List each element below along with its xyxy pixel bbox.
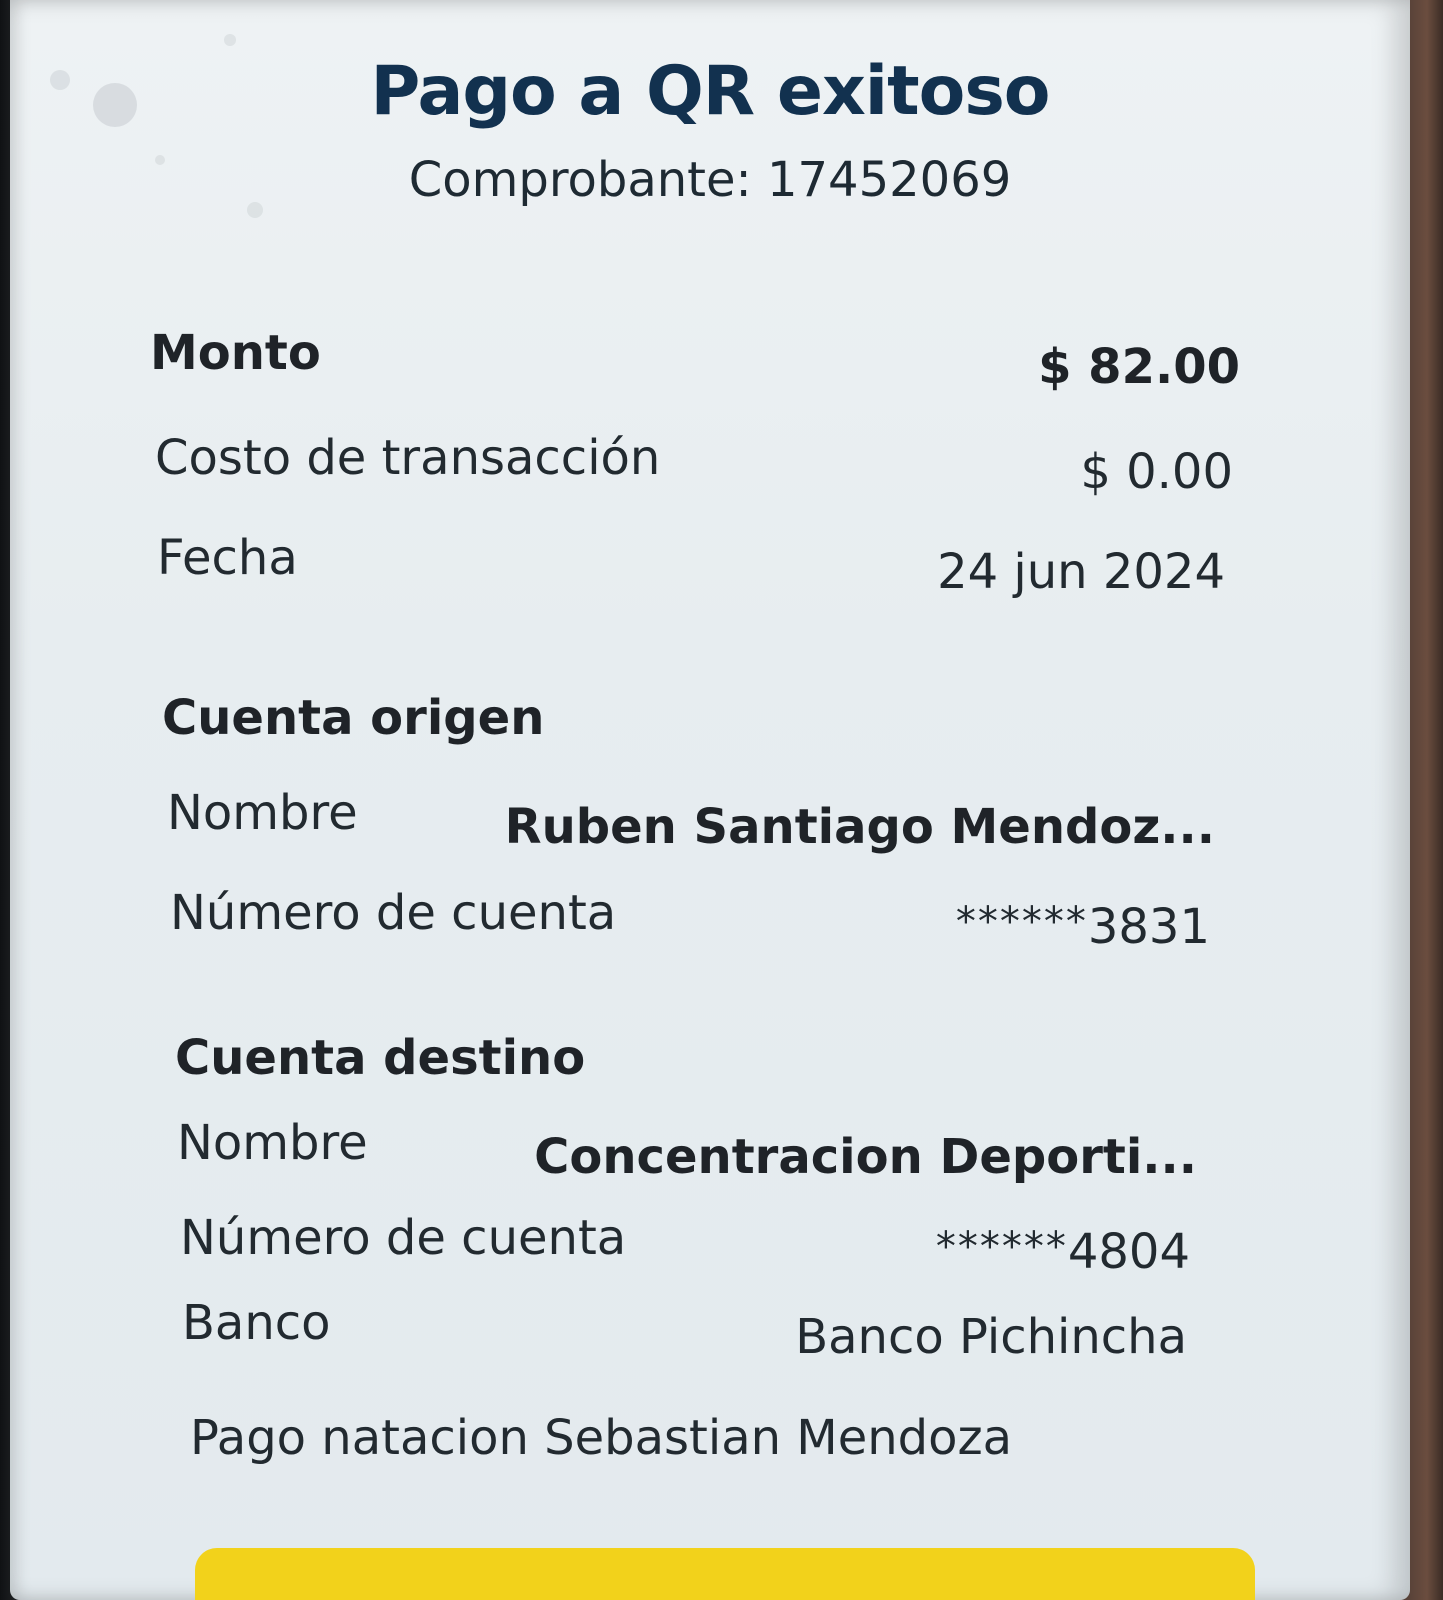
origin-name-label: Nombre — [167, 785, 358, 841]
fee-value: $ 0.00 — [1080, 444, 1233, 500]
origin-account-label: Número de cuenta — [170, 885, 617, 941]
payment-memo: Pago natacion Sebastian Mendoza — [190, 1410, 1013, 1466]
date-label: Fecha — [157, 530, 298, 586]
destination-bank-value: Banco Pichincha — [795, 1309, 1187, 1365]
origin-account-value: ******3831 — [956, 899, 1210, 955]
destination-account-row: Número de cuenta ******4804 — [180, 1210, 1190, 1280]
destination-bank-row: Banco Banco Pichincha — [182, 1295, 1187, 1365]
origin-account-mask: ****** — [955, 899, 1088, 945]
origin-account-last4: 3831 — [1087, 899, 1210, 955]
origin-name-value: Ruben Santiago Mendoz... — [504, 799, 1215, 855]
destination-account-mask: ****** — [935, 1224, 1068, 1270]
destination-bank-label: Banco — [182, 1295, 331, 1351]
amount-label: Monto — [150, 325, 321, 381]
destination-name-row: Nombre Concentracion Deporti... — [177, 1115, 1197, 1185]
origin-name-row: Nombre Ruben Santiago Mendoz... — [167, 785, 1215, 855]
destination-account-label: Número de cuenta — [180, 1210, 627, 1266]
phone-screen: Pago a QR exitoso Comprobante: 17452069 … — [10, 0, 1410, 1600]
destination-account-last4: 4804 — [1067, 1224, 1190, 1280]
destination-account-value: ******4804 — [936, 1224, 1190, 1280]
destination-name-value: Concentracion Deporti... — [534, 1129, 1197, 1185]
amount-row: Monto $ 82.00 — [150, 325, 1240, 395]
fee-label: Costo de transacción — [155, 430, 661, 486]
destination-name-label: Nombre — [177, 1115, 368, 1171]
fee-row: Costo de transacción $ 0.00 — [155, 430, 1233, 500]
primary-action-button[interactable] — [195, 1548, 1255, 1600]
date-value: 24 jun 2024 — [937, 544, 1225, 600]
origin-section-title: Cuenta origen — [162, 690, 545, 746]
origin-account-row: Número de cuenta ******3831 — [170, 885, 1210, 955]
amount-value: $ 82.00 — [1038, 339, 1240, 395]
page-title: Pago a QR exitoso — [370, 52, 1050, 131]
date-row: Fecha 24 jun 2024 — [157, 530, 1225, 600]
receipt-number: Comprobante: 17452069 — [408, 152, 1012, 208]
photo-frame: Pago a QR exitoso Comprobante: 17452069 … — [0, 0, 1443, 1600]
destination-section-title: Cuenta destino — [175, 1030, 586, 1086]
